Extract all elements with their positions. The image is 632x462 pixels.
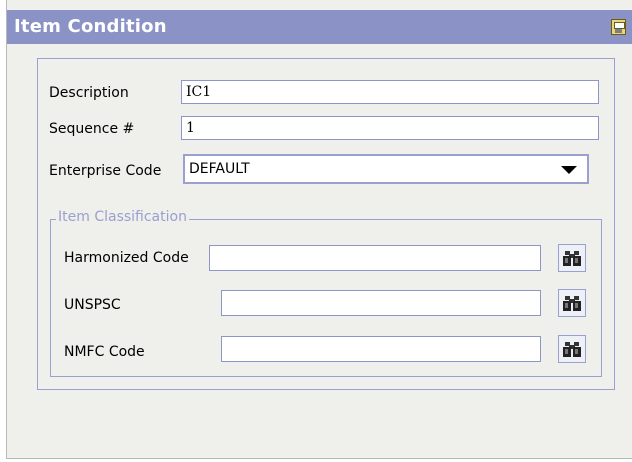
binoculars-icon [563, 251, 581, 266]
harmonized-code-label: Harmonized Code [64, 250, 189, 266]
unspsc-lookup-button[interactable] [558, 289, 586, 317]
enterprise-code-select[interactable]: DEFAULT [183, 154, 589, 184]
save-icon-shutter [615, 29, 622, 33]
form-panel: Description IC1 Sequence # 1 Enterprise … [37, 58, 615, 390]
binoculars-icon [563, 342, 581, 357]
nmfc-code-field[interactable] [221, 336, 541, 362]
unspsc-field[interactable] [221, 290, 541, 316]
save-icon-label [614, 22, 625, 29]
enterprise-code-value: DEFAULT [189, 161, 250, 177]
sequence-label: Sequence # [49, 121, 135, 137]
save-icon[interactable] [611, 19, 626, 35]
harmonized-code-lookup-button[interactable] [558, 244, 586, 272]
chevron-down-icon[interactable] [561, 166, 577, 174]
item-classification-legend: Item Classification [56, 209, 189, 225]
item-classification-group: Item Classification Harmonized Code UNSP… [50, 209, 602, 377]
item-condition-window: Item Condition Description IC1 Sequence … [6, 0, 632, 459]
nmfc-code-lookup-button[interactable] [558, 335, 586, 363]
enterprise-code-label: Enterprise Code [49, 163, 162, 179]
unspsc-label: UNSPSC [64, 297, 121, 313]
binoculars-icon [563, 296, 581, 311]
title-bar: Item Condition [7, 10, 632, 44]
description-label: Description [49, 85, 129, 101]
harmonized-code-field[interactable] [209, 245, 541, 271]
description-field[interactable]: IC1 [181, 80, 599, 104]
window-title: Item Condition [14, 16, 167, 37]
sequence-field[interactable]: 1 [181, 116, 599, 140]
nmfc-code-label: NMFC Code [64, 344, 145, 360]
